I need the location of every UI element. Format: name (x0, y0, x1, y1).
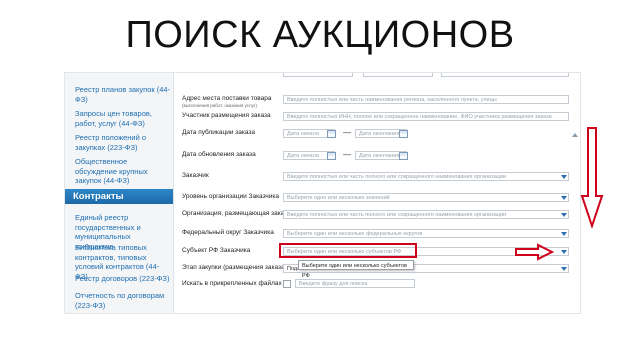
delivery-place-hint: (выполнения работ, оказания услуг) (182, 103, 258, 108)
scroll-up-arrow[interactable] (572, 133, 578, 137)
chevron-down-icon[interactable] (561, 213, 567, 217)
attached-files-label: Искать в прикрепленных файлах (182, 280, 282, 287)
delivery-place-label: Адрес места поставки товара (182, 95, 272, 102)
customer-level-label: Уровень организации Заказчика (182, 193, 279, 200)
chevron-down-icon[interactable] (561, 250, 567, 254)
sidebar-link-price-requests[interactable]: Запросы цен товаров, работ, услуг (44-ФЗ… (75, 109, 171, 128)
delivery-place-input[interactable]: Введите полностью или часть наименования… (283, 95, 569, 104)
date-range-dash: — (343, 128, 351, 137)
subject-rf-select[interactable]: Выберите один или несколько субъектов РФ (283, 247, 569, 256)
top-cut-input-3[interactable] (441, 73, 569, 77)
subject-rf-label: Субъект РФ Заказчика (182, 247, 251, 254)
publication-date-label: Дата публикации заказа (182, 129, 256, 136)
placing-org-label: Организация, размещающая заказ (182, 210, 288, 217)
calendar-icon[interactable] (399, 130, 408, 138)
sidebar: Реестр планов закупок (44-ФЗ) Запросы це… (65, 73, 174, 313)
top-cut-input[interactable] (283, 73, 353, 77)
sidebar-link-agreements-reporting[interactable]: Отчетность по договорам (223-ФЗ) (75, 291, 171, 310)
chevron-down-icon[interactable] (561, 196, 567, 200)
federal-district-select[interactable]: Выберите один или несколько федеральных … (283, 229, 569, 238)
purchase-stage-label: Этап закупки (размещения заказа) (182, 264, 287, 271)
chevron-down-icon[interactable] (561, 232, 567, 236)
subject-rf-tooltip: Выберите один или несколько субъектов РФ (298, 260, 414, 279)
sidebar-link-purchase-plans[interactable]: Реестр планов закупок (44-ФЗ) (75, 85, 171, 104)
federal-district-label: Федеральный округ Заказчика (182, 229, 274, 236)
participant-label: Участник размещения заказа (182, 112, 271, 119)
chevron-down-icon[interactable] (561, 267, 567, 271)
placing-org-input[interactable]: Введите полностью или часть полного или … (283, 210, 569, 219)
calendar-icon[interactable] (327, 152, 336, 160)
participant-input[interactable]: Введите полностью ИНН, полное или сокращ… (283, 112, 569, 121)
sidebar-link-public-discussion[interactable]: Общественное обсуждение крупных закупок … (75, 157, 171, 186)
screenshot-panel: Реестр планов закупок (44-ФЗ) Запросы це… (64, 72, 581, 314)
customer-label: Заказчик (182, 172, 209, 179)
sidebar-section-contracts: Контракты (65, 189, 173, 204)
attached-files-input[interactable]: Введите фразу для поиска (295, 279, 415, 288)
annotation-arrow-down (580, 127, 604, 230)
customer-level-select[interactable]: Выберите одно или несколько значений (283, 193, 569, 202)
chevron-down-icon[interactable] (561, 175, 567, 179)
top-cut-input-2[interactable] (363, 73, 433, 77)
slide-title: ПОИСК АУКЦИОНОВ (125, 14, 515, 56)
customer-input[interactable]: Введите полностью или часть полного или … (283, 172, 569, 181)
calendar-icon[interactable] (399, 152, 408, 160)
sidebar-link-procurement-regulations[interactable]: Реестр положений о закупках (223-ФЗ) (75, 133, 171, 152)
date-range-dash: — (343, 150, 351, 159)
sidebar-link-agreements-registry[interactable]: Реестр договоров (223-ФЗ) (75, 274, 171, 284)
update-date-label: Дата обновления заказа (182, 151, 256, 158)
calendar-icon[interactable] (327, 130, 336, 138)
attached-files-checkbox[interactable] (283, 280, 291, 288)
